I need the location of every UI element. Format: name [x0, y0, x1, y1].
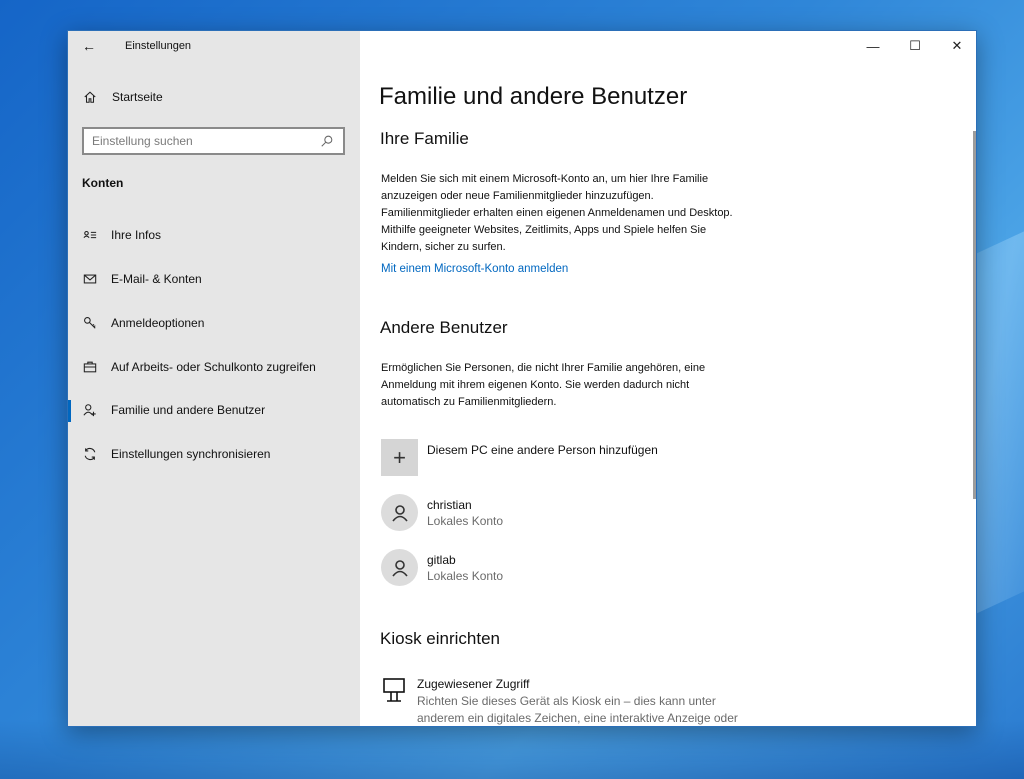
sidebar-item-sync[interactable]: Einstellungen synchronisieren: [68, 434, 360, 474]
sync-icon: [82, 446, 98, 462]
sidebar-item-label: Anmeldeoptionen: [111, 316, 205, 330]
assigned-access-title: Zugewiesener Zugriff: [417, 677, 530, 691]
sidebar-item-familie[interactable]: Familie und andere Benutzer: [68, 390, 360, 430]
settings-search[interactable]: [82, 127, 345, 155]
user-name: gitlab: [427, 552, 456, 567]
microsoft-signin-link[interactable]: Mit einem Microsoft-Konto anmelden: [381, 263, 568, 275]
user-account-type: Lokales Konto: [427, 513, 504, 528]
sidebar-item-label: Auf Arbeits- oder Schulkonto zugreifen: [111, 360, 316, 374]
close-button[interactable]: ✕: [936, 31, 976, 61]
user-account-type: Lokales Konto: [427, 568, 504, 583]
window-controls: — ☐ ✕: [852, 31, 976, 61]
plus-icon: +: [381, 439, 418, 476]
home-label: Startseite: [112, 90, 163, 104]
user-item-gitlab[interactable]: gitlab Lokales Konto: [381, 549, 503, 586]
user-name: christian: [427, 497, 472, 512]
kiosk-icon: [381, 677, 407, 708]
user-avatar-icon: [381, 549, 418, 586]
search-icon[interactable]: [319, 133, 335, 149]
assigned-access-description: Richten Sie dieses Gerät als Kiosk ein –…: [417, 694, 738, 725]
contact-card-icon: [82, 227, 98, 243]
sidebar-item-ihre-infos[interactable]: Ihre Infos: [68, 215, 360, 255]
home-icon: [82, 89, 98, 105]
sidebar-item-label: E-Mail- & Konten: [111, 272, 202, 286]
others-heading: Andere Benutzer: [380, 318, 508, 337]
search-input[interactable]: [92, 134, 319, 148]
family-description: Melden Sie sich mit einem Microsoft-Kont…: [381, 173, 733, 253]
sidebar-item-arbeitskonto[interactable]: Auf Arbeits- oder Schulkonto zugreifen: [68, 347, 360, 387]
kiosk-heading: Kiosk einrichten: [380, 629, 501, 648]
maximize-button[interactable]: ☐: [894, 31, 936, 61]
settings-window: ← Einstellungen Startseite Konten Ihre I…: [67, 30, 977, 727]
content-pane: — ☐ ✕ Familie und andere Benutzer Ihre F…: [360, 31, 976, 726]
key-icon: [82, 315, 98, 331]
sidebar-item-label: Einstellungen synchronisieren: [111, 447, 271, 461]
home-nav-item[interactable]: Startseite: [82, 89, 163, 105]
user-item-christian[interactable]: christian Lokales Konto: [381, 494, 503, 531]
app-title: Einstellungen: [125, 40, 192, 52]
sidebar-item-email[interactable]: E-Mail- & Konten: [68, 259, 360, 299]
family-heading: Ihre Familie: [380, 129, 469, 148]
minimize-button[interactable]: —: [852, 31, 894, 61]
others-description: Ermöglichen Sie Personen, die nicht Ihre…: [381, 362, 706, 408]
back-button[interactable]: ←: [82, 38, 96, 54]
briefcase-icon: [82, 359, 98, 375]
sidebar: ← Einstellungen Startseite Konten Ihre I…: [68, 31, 360, 726]
add-person-label: Diesem PC eine andere Person hinzufügen: [427, 443, 658, 457]
sidebar-item-label: Familie und andere Benutzer: [111, 403, 266, 417]
add-person-button[interactable]: + Diesem PC eine andere Person hinzufüge…: [381, 439, 658, 476]
page-title: Familie und andere Benutzer: [379, 83, 688, 110]
person-add-icon: [82, 402, 98, 418]
mail-icon: [82, 271, 98, 287]
wallpaper-shade: [0, 719, 1024, 779]
assigned-access-item[interactable]: Zugewiesener Zugriff Richten Sie dieses …: [381, 677, 777, 726]
user-avatar-icon: [381, 494, 418, 531]
scrollbar[interactable]: [973, 131, 976, 499]
sidebar-item-anmeldeoptionen[interactable]: Anmeldeoptionen: [68, 303, 360, 343]
sidebar-item-label: Ihre Infos: [111, 228, 162, 242]
section-title: Konten: [82, 176, 124, 190]
